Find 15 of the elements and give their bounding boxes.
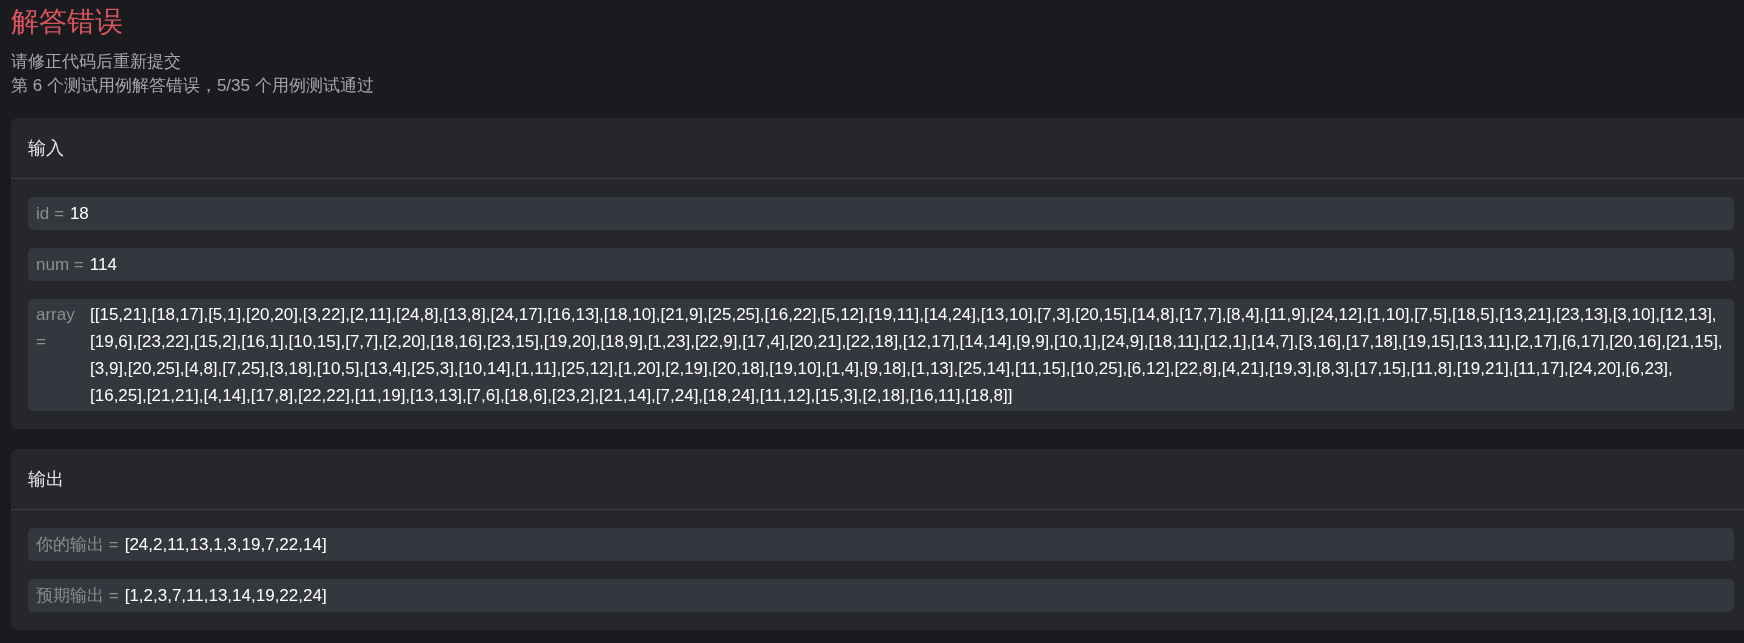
- section-title: 输出: [28, 468, 64, 491]
- param-name: 预期输出 =: [36, 585, 119, 607]
- param-value: 114: [89, 254, 117, 276]
- param-value: [24,2,11,13,1,3,19,7,22,14]: [124, 534, 327, 556]
- param-value: [1,2,3,7,11,13,14,19,22,24]: [124, 585, 327, 607]
- param-name: id =: [36, 203, 64, 225]
- param-value: [[15,21],[18,17],[5,1],[20,20],[3,22],[2,11],[24,8],[13,8],[24,17],[16,13],[18,10],[21,9],[25,25],[16,22],[5,12],[19,11],[14,24],[13,10],[7,3],[20,15],[14,8],[17,7],[8,4],[11,9],[24,12],[1,10],[7,5],[18,5],[13,21],[23,13],[3,10],[12,13],[19,6],[23,22],[15,2],[16,1],[10,15],[7,7],[2,20],[18,16],[23,15],[19,20],[18,9],[1,23],[22,9],[17,4],[20,21],[22,18],[12,17],[14,14],[9,9],[10,1],[24,9],[18,11],[12,1],[14,7],[3,16],[17,18],[19,15],[13,11],[2,17],[6,17],[20,16],[21,15],[3,9],[20,25],[4,8],[7,25],[3,18],[10,5],[13,4],[25,3],[10,14],[1,11],[25,12],[1,20],[2,19],[20,18],[19,10],[1,4],[9,18],[1,13],[25,14],[11,15],[10,25],[6,12],[22,8],[4,21],[19,3],[8,3],[17,15],[11,8],[19,21],[11,17],[24,20],[6,23],[16,25],[21,21],[4,14],[17,8],[22,22],[11,19],[13,13],[7,6],[18,6],[23,2],[21,14],[7,24],[18,24],[11,12],[15,3],[2,18],[16,11],[18,8]]: [90, 304, 1724, 407]
- param-name: 你的输出 =: [36, 534, 119, 556]
- result-title: 解答错误: [11, 5, 124, 39]
- param-name: num =: [36, 254, 84, 276]
- section-title: 输入: [28, 137, 64, 160]
- result-message: 请修正代码后重新提交: [11, 51, 182, 73]
- param-name: array =: [36, 304, 76, 353]
- param-value: 18: [69, 203, 89, 225]
- result-message: 第 6 个测试用例解答错误，5/35 个用例测试通过: [11, 75, 375, 97]
